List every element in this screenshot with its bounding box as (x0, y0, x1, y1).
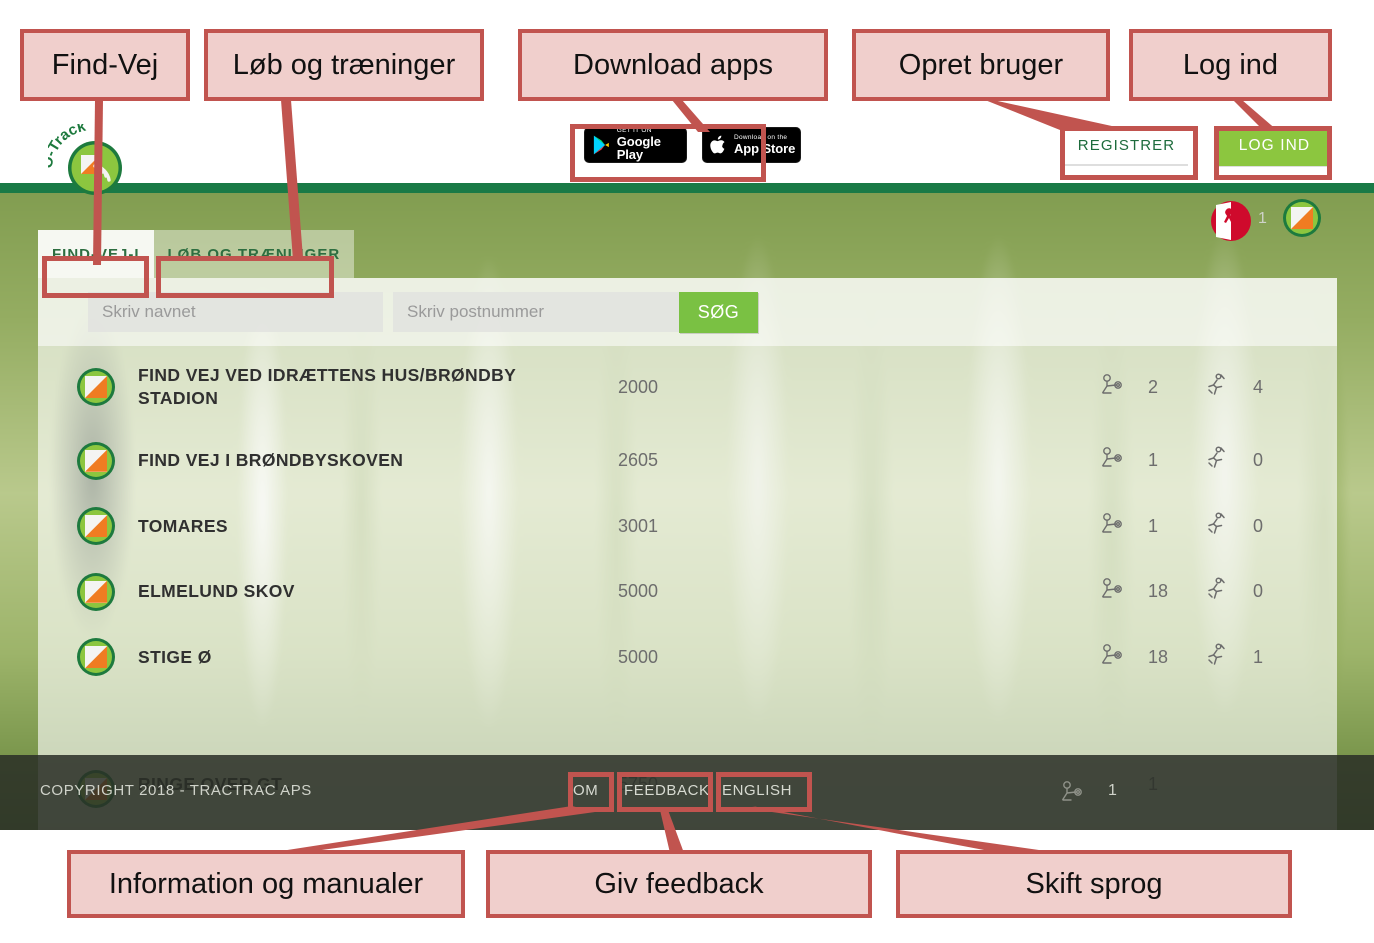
row-name: FIND VEJ VED IDRÆTTENS HUS/BRØNDBY STADI… (138, 364, 516, 408)
map-person-icon (1100, 445, 1126, 476)
row-events-count: 0 (1253, 581, 1264, 602)
row-maps-count: 18 (1148, 581, 1169, 602)
runner-icon (1203, 576, 1229, 607)
table-row[interactable]: ELMELUND SKOV 5000 18 0 (38, 559, 1337, 625)
control-flag-icon (77, 507, 115, 546)
callout-opret-bruger: Opret bruger (852, 29, 1110, 101)
row-name: FIND VEJ I BRØNDBYSKOVEN (138, 450, 404, 471)
runner-icon (1203, 511, 1229, 542)
app-store-big-text: App Store (734, 140, 796, 156)
search-zip-input[interactable] (393, 292, 688, 332)
callout-download-apps-label: Download apps (573, 48, 773, 81)
otrack-logo[interactable]: O-Track (39, 118, 148, 200)
control-flag-icon (77, 572, 115, 611)
search-bar: SØG (38, 278, 1337, 346)
callout-log-ind-label: Log ind (1182, 48, 1279, 81)
row-maps-count: 1 (1148, 515, 1159, 536)
map-person-icon (1100, 642, 1126, 673)
control-flag-icon (77, 638, 115, 677)
map-person-icon (1100, 511, 1126, 542)
google-play-icon (593, 135, 609, 155)
row-zip: 2000 (618, 376, 659, 397)
app-screenshot: GET IT ON Google Play Download on the Ap… (0, 107, 1374, 830)
footer-link-english[interactable]: ENGLISH (722, 782, 792, 799)
search-button[interactable]: SØG (679, 292, 758, 333)
footer-control-flag-icon (1283, 199, 1321, 237)
apple-icon (710, 135, 725, 154)
top-utility-bar: GET IT ON Google Play Download on the Ap… (0, 107, 1374, 183)
callout-information-manualer: Information og manualer (67, 850, 465, 918)
google-play-badge[interactable]: GET IT ON Google Play (584, 127, 687, 163)
map-person-icon (1100, 372, 1126, 403)
app-store-badge[interactable]: Download on the App Store (702, 127, 801, 163)
row-name: STIGE Ø (138, 646, 212, 667)
callout-giv-feedback-label: Giv feedback (594, 867, 764, 900)
footer-secondary-count: 1 (1258, 210, 1267, 227)
callout-skift-sprog-label: Skift sprog (1025, 867, 1163, 900)
row-events-count: 1 (1253, 646, 1264, 667)
register-button[interactable]: REGISTRER (1065, 126, 1188, 166)
tab-lob-og-traeninger-label: LØB OG TRÆNINGER (167, 245, 341, 263)
row-maps-count: 18 (1148, 646, 1169, 667)
runner-icon (1203, 372, 1229, 403)
search-name-input[interactable] (88, 292, 383, 332)
row-events-count: 0 (1253, 450, 1264, 471)
callout-lob-traeninger: Løb og træninger (204, 29, 484, 101)
row-events-count: 0 (1253, 515, 1264, 536)
green-divider-bar (0, 183, 1374, 193)
control-flag-icon (77, 368, 115, 406)
callout-lob-traeninger-label: Løb og træninger (232, 48, 456, 81)
row-zip: 2605 (618, 450, 659, 471)
row-events-count: 4 (1253, 376, 1264, 397)
callout-opret-bruger-label: Opret bruger (898, 48, 1064, 81)
tab-find-vej-i[interactable]: FIND-VEJ-I (38, 230, 154, 278)
table-row[interactable]: STIGE Ø 5000 18 1 (38, 625, 1337, 691)
runner-icon (1203, 445, 1229, 476)
login-button[interactable]: LOG IND (1218, 126, 1331, 166)
row-zip: 3001 (618, 515, 659, 536)
runner-icon (1203, 642, 1229, 673)
footer-link-om[interactable]: OM (573, 782, 598, 799)
row-name: TOMARES (138, 515, 228, 536)
table-row[interactable]: FIND VEJ I BRØNDBYSKOVEN 2605 1 0 (38, 428, 1337, 494)
callout-information-manualer-label: Information og manualer (108, 867, 424, 900)
map-person-icon (1100, 576, 1126, 607)
tab-bar: FIND-VEJ-I LØB OG TRÆNINGER (38, 230, 355, 278)
callout-skift-sprog: Skift sprog (896, 850, 1292, 918)
row-zip: 5000 (618, 581, 659, 602)
control-flag-icon (77, 441, 115, 480)
callout-log-ind: Log ind (1129, 29, 1332, 101)
callout-giv-feedback: Giv feedback (486, 850, 872, 918)
row-name: ELMELUND SKOV (138, 581, 295, 602)
results-panel: SØG FIND VEJ VED IDRÆTTENS HUS/BRØNDBY S… (38, 278, 1337, 830)
orienteering-federation-logo (1210, 200, 1252, 242)
hero-section: FIND-VEJ-I LØB OG TRÆNINGER SØG FIND V (0, 183, 1374, 830)
callout-find-vej: Find-Vej (20, 29, 190, 101)
row-zip: 5000 (618, 646, 659, 667)
table-row[interactable]: TOMARES 3001 1 0 (38, 494, 1337, 560)
google-play-big-text: Google Play (616, 133, 661, 163)
footer-map-person-icon (1060, 779, 1086, 810)
callout-download-apps: Download apps (518, 29, 828, 101)
callout-find-vej-label: Find-Vej (51, 48, 159, 81)
table-row[interactable]: FIND VEJ VED IDRÆTTENS HUS/BRØNDBY STADI… (38, 346, 1337, 428)
tab-lob-og-traeninger[interactable]: LØB OG TRÆNINGER (153, 230, 355, 278)
copyright-text: COPYRIGHT 2018 - TRACTRAC APS (40, 782, 312, 799)
footer-maps-count: 1 (1108, 782, 1117, 799)
row-maps-count: 2 (1148, 376, 1159, 397)
row-maps-count: 1 (1148, 450, 1159, 471)
page-footer: COPYRIGHT 2018 - TRACTRAC APS OM FEEDBAC… (0, 755, 1374, 830)
tab-find-vej-i-label: FIND-VEJ-I (52, 245, 140, 263)
results-list: FIND VEJ VED IDRÆTTENS HUS/BRØNDBY STADI… (38, 346, 1337, 690)
footer-link-feedback[interactable]: FEEDBACK (624, 782, 710, 799)
